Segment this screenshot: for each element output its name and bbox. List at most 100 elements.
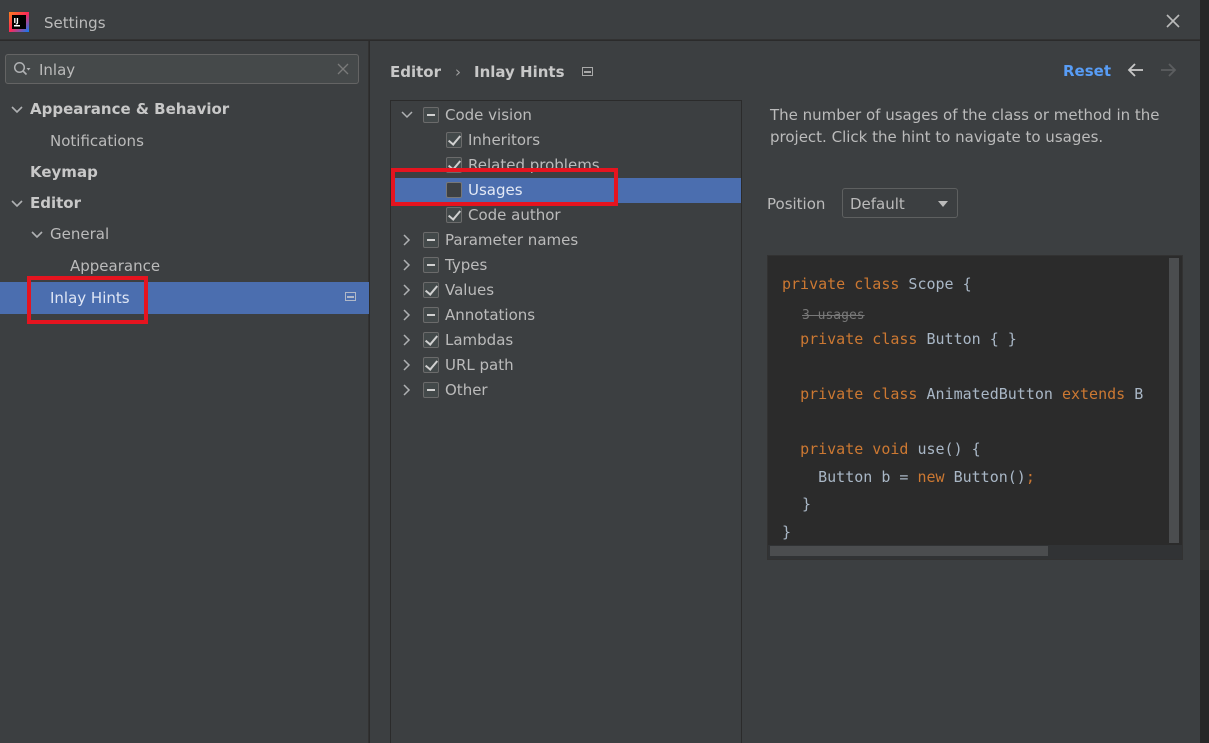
- tree-item-label: Lambdas: [445, 331, 514, 349]
- sidebar-item-notifications[interactable]: Notifications: [0, 127, 369, 157]
- sidebar-item-label: Appearance: [70, 257, 161, 275]
- annotations-checkbox[interactable]: [423, 307, 439, 323]
- tree-item-annotations[interactable]: Annotations: [391, 303, 741, 328]
- sidebar-item-label: Keymap: [30, 163, 98, 181]
- url-path-checkbox[interactable]: [423, 357, 439, 373]
- background-divider: [1200, 530, 1209, 570]
- tree-item-label: Inheritors: [468, 131, 541, 149]
- code-text: }: [802, 495, 812, 513]
- breadcrumb: Editor › Inlay Hints: [390, 62, 593, 81]
- chevron-right-icon[interactable]: [401, 334, 413, 346]
- vertical-scrollbar[interactable]: [1169, 258, 1179, 543]
- code-line: private class Scope {: [782, 275, 972, 293]
- chevron-right-icon[interactable]: [401, 259, 413, 271]
- reset-link[interactable]: Reset: [1063, 62, 1111, 80]
- position-label: Position: [767, 195, 826, 213]
- tree-item-code-vision[interactable]: Code vision: [391, 103, 741, 128]
- chevron-right-icon[interactable]: [401, 284, 413, 296]
- chevron-right-icon[interactable]: [401, 234, 413, 246]
- code-text: AnimatedButton: [917, 385, 1062, 403]
- sidebar-item-inlay-hints[interactable]: Inlay Hints: [0, 282, 369, 314]
- project-level-icon: [345, 292, 356, 301]
- breadcrumb-current: Inlay Hints: [474, 62, 565, 81]
- intellij-logo-icon: IJ: [9, 12, 29, 32]
- code-line: }: [802, 495, 811, 513]
- project-level-icon: [581, 67, 593, 76]
- code-keyword: private class: [800, 385, 918, 403]
- usages-hint[interactable]: 3 usages: [802, 305, 865, 323]
- values-checkbox[interactable]: [423, 282, 439, 298]
- code-keyword: new: [917, 468, 945, 486]
- settings-sidebar: Appearance & Behavior Notifications Keym…: [0, 41, 369, 743]
- search-input[interactable]: [39, 60, 329, 80]
- code-preview: private class Scope { 3 usages private c…: [767, 255, 1183, 560]
- tree-item-types[interactable]: Types: [391, 253, 741, 278]
- code-text: B: [1125, 385, 1144, 403]
- sidebar-item-label: Editor: [30, 194, 81, 212]
- arrow-right-icon[interactable]: [1158, 60, 1178, 80]
- chevron-right-icon[interactable]: [401, 309, 413, 321]
- sidebar-item-general[interactable]: General: [0, 220, 369, 250]
- sidebar-item-appearance[interactable]: Appearance: [0, 252, 369, 282]
- chevron-down-icon[interactable]: [30, 228, 44, 242]
- tree-item-label: Code author: [468, 206, 561, 224]
- sidebar-item-editor[interactable]: Editor: [0, 189, 369, 219]
- related-problems-checkbox[interactable]: [446, 157, 462, 173]
- sidebar-item-appearance-behavior[interactable]: Appearance & Behavior: [0, 95, 369, 125]
- inlay-hints-tree: Code vision Inheritors Related problems …: [390, 100, 742, 743]
- tree-item-label: Values: [445, 281, 495, 299]
- tree-item-label: Annotations: [445, 306, 536, 324]
- code-vision-checkbox[interactable]: [423, 107, 439, 123]
- inheritors-checkbox[interactable]: [446, 132, 462, 148]
- search-icon[interactable]: [13, 61, 31, 77]
- settings-content: Editor › Inlay Hints Reset Code vision Inh…: [370, 41, 1200, 743]
- title-bar: IJ Settings: [0, 0, 1200, 40]
- tree-item-parameter-names[interactable]: Parameter names: [391, 228, 741, 253]
- code-keyword: private class: [782, 275, 900, 293]
- tree-item-related-problems[interactable]: Related problems: [391, 153, 741, 178]
- sidebar-item-label: Inlay Hints: [50, 289, 130, 307]
- chevron-down-icon[interactable]: [10, 103, 24, 117]
- code-line: private class Button { }: [782, 330, 1017, 348]
- code-text: Button b =: [818, 468, 918, 486]
- breadcrumb-separator: ›: [455, 62, 461, 81]
- tree-item-inheritors[interactable]: Inheritors: [391, 128, 741, 153]
- chevron-down-icon[interactable]: [401, 109, 413, 121]
- search-field[interactable]: [5, 54, 359, 84]
- tree-item-url-path[interactable]: URL path: [391, 353, 741, 378]
- other-checkbox[interactable]: [423, 382, 439, 398]
- sidebar-item-label: Appearance & Behavior: [30, 100, 230, 118]
- sidebar-item-keymap[interactable]: Keymap: [0, 158, 369, 188]
- position-dropdown[interactable]: Default: [842, 188, 958, 218]
- tree-item-label: Related problems: [468, 156, 600, 174]
- tree-item-usages[interactable]: Usages: [391, 178, 741, 203]
- tree-item-label: Code vision: [445, 106, 532, 124]
- tree-item-label: Usages: [468, 181, 523, 199]
- code-keyword: private class: [800, 330, 918, 348]
- code-line: Button b = new Button();: [782, 468, 1035, 486]
- chevron-right-icon[interactable]: [401, 384, 413, 396]
- breadcrumb-parent[interactable]: Editor: [390, 63, 441, 81]
- horizontal-scrollbar[interactable]: [770, 546, 1048, 556]
- parameter-names-checkbox[interactable]: [423, 232, 439, 248]
- code-author-checkbox[interactable]: [446, 207, 462, 223]
- tree-item-lambdas[interactable]: Lambdas: [391, 328, 741, 353]
- code-text: use() {: [908, 440, 981, 458]
- tree-item-values[interactable]: Values: [391, 278, 741, 303]
- types-checkbox[interactable]: [423, 257, 439, 273]
- hint-description: The number of usages of the class or met…: [770, 106, 1160, 146]
- usages-checkbox[interactable]: [446, 182, 462, 198]
- code-line: private class AnimatedButton extends B: [782, 385, 1143, 403]
- tree-item-code-author[interactable]: Code author: [391, 203, 741, 228]
- chevron-down-icon[interactable]: [10, 197, 24, 211]
- close-icon[interactable]: [1162, 10, 1184, 32]
- tree-item-other[interactable]: Other: [391, 378, 741, 403]
- clear-search-icon[interactable]: [335, 61, 351, 77]
- tree-item-label: Types: [445, 256, 488, 274]
- chevron-right-icon[interactable]: [401, 359, 413, 371]
- arrow-left-icon[interactable]: [1126, 60, 1146, 80]
- tree-item-label: Other: [445, 381, 488, 399]
- lambdas-checkbox[interactable]: [423, 332, 439, 348]
- code-text: Scope {: [899, 275, 972, 293]
- tree-item-label: URL path: [445, 356, 514, 374]
